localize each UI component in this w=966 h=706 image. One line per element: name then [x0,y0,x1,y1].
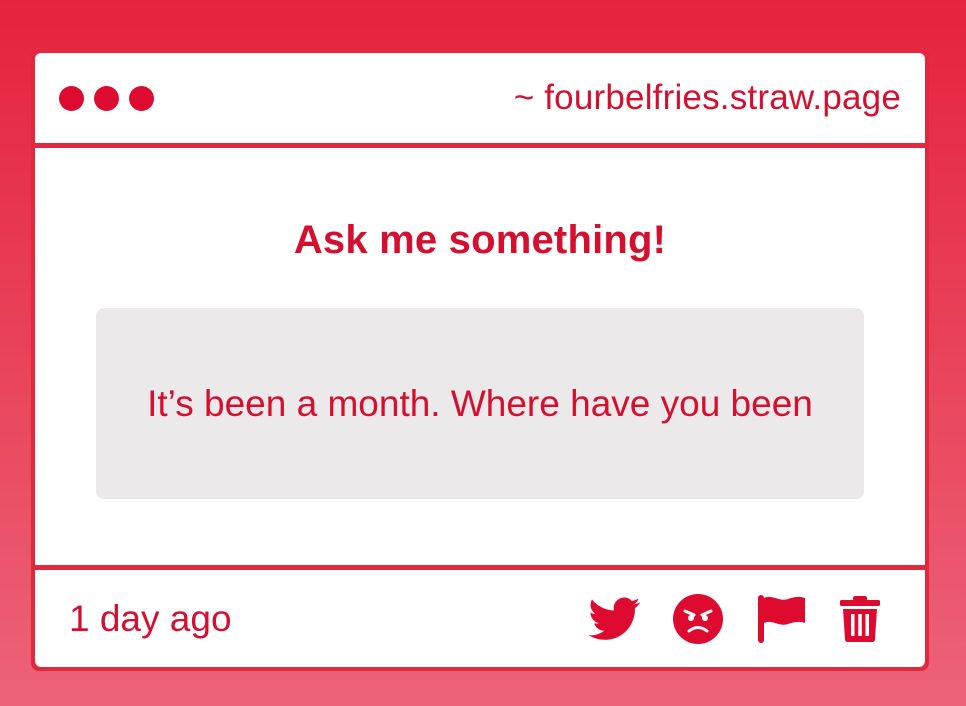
window-controls [59,85,154,111]
twitter-share-button[interactable] [589,597,641,641]
trash-icon [840,595,880,642]
action-bar [589,593,881,645]
timestamp: 1 day ago [69,597,232,639]
question-box: It’s been a month. Where have you been [96,308,864,499]
flag-icon [758,594,805,643]
react-angry-button[interactable] [673,593,723,644]
question-text: It’s been a month. Where have you been [147,383,813,424]
window-dot [59,85,84,111]
report-flag-button[interactable] [755,593,807,645]
twitter-icon [589,597,641,640]
window-dot [129,85,154,111]
delete-button[interactable] [839,595,881,643]
card-footer: 1 day ago [35,570,925,667]
post-card: ~ fourbelfries.straw.page Ask me somethi… [31,49,929,671]
page-title: Ask me something! [293,218,667,262]
window-dot [94,85,119,111]
main-content: Ask me something! It’s been a month. Whe… [35,148,925,565]
angry-face-icon [673,593,723,644]
page-url[interactable]: ~ fourbelfries.straw.page [514,78,901,118]
window-titlebar: ~ fourbelfries.straw.page [35,53,925,143]
